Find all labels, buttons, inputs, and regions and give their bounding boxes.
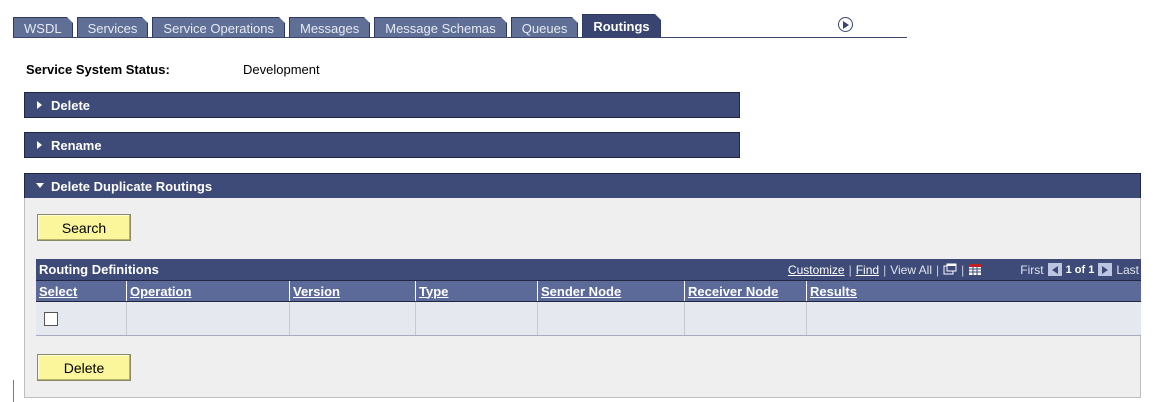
grid-title: Routing Definitions [39,262,159,277]
collapse-arrow-icon [35,181,45,191]
delete-section-title: Delete [51,97,91,113]
page-indicator: 1 of 1 [1065,263,1095,276]
search-button[interactable]: Search [37,214,131,241]
previous-page-icon[interactable] [1047,263,1062,276]
table-row [36,302,1141,336]
separator: | [883,262,887,277]
next-page-icon[interactable] [1098,263,1113,276]
tab-label: WSDL [24,20,62,36]
tab-label: Messages [299,20,360,36]
download-spreadsheet-icon[interactable] [968,263,982,276]
service-system-status-label: Service System Status: [26,62,170,77]
column-header-operation[interactable]: Operation [127,281,290,301]
separator: | [961,262,965,277]
tab-label: Service Operations [163,20,274,36]
receiver-node-cell [685,302,807,335]
column-header-type[interactable]: Type [416,281,538,301]
tab-queues[interactable]: Queues [510,17,579,38]
expand-arrow-icon [35,140,45,150]
find-link[interactable]: Find [856,263,879,277]
separator: | [848,262,852,277]
tab-strip: WSDL Services Service Operations Message… [13,12,665,38]
select-cell [36,302,127,335]
delete-duplicate-routings-title: Delete Duplicate Routings [51,178,213,194]
rename-section-title: Rename [51,137,102,153]
tab-wsdl[interactable]: WSDL [13,17,73,38]
tab-underline [13,37,907,38]
customize-link[interactable]: Customize [788,263,845,277]
delete-duplicate-routings-panel: Search Routing Definitions Customize | F… [24,198,1141,398]
results-cell [807,302,1141,335]
grid-header: Routing Definitions Customize | Find | V… [36,259,1141,280]
column-header-receiver-node[interactable]: Receiver Node [685,281,807,301]
next-tab-arrow-icon[interactable] [838,17,853,32]
separator: | [936,262,940,277]
tab-label: Routings [593,19,650,34]
tab-message-schemas[interactable]: Message Schemas [374,17,507,38]
sender-node-cell [538,302,685,335]
page-left-border [13,380,14,402]
version-cell [290,302,416,335]
new-window-icon[interactable] [943,263,957,276]
operation-cell [127,302,290,335]
delete-section-header[interactable]: Delete [24,92,740,118]
rename-section-header[interactable]: Rename [24,132,740,158]
select-checkbox[interactable] [44,311,58,326]
grid-column-headers: Select Operation Version Type Sender Nod… [36,280,1141,302]
delete-button[interactable]: Delete [37,354,131,381]
tab-services[interactable]: Services [76,17,149,38]
last-link[interactable]: Last [1116,263,1139,277]
type-cell [416,302,538,335]
view-all-link[interactable]: View All [890,263,932,277]
column-header-version[interactable]: Version [290,281,416,301]
delete-duplicate-routings-header[interactable]: Delete Duplicate Routings [24,173,1141,199]
column-header-sender-node[interactable]: Sender Node [538,281,685,301]
tab-label: Message Schemas [385,20,496,36]
first-link[interactable]: First [1020,263,1043,277]
expand-arrow-icon [35,100,45,110]
tab-service-operations[interactable]: Service Operations [152,17,285,38]
service-system-status-value: Development [243,62,320,77]
tab-label: Services [87,20,138,36]
tab-label: Queues [521,20,568,36]
tab-routings[interactable]: Routings [582,14,662,38]
column-header-results[interactable]: Results [807,281,1141,301]
grid-toolbar: Customize | Find | View All | | First 1 [788,263,1139,277]
routing-definitions-grid: Routing Definitions Customize | Find | V… [36,259,1141,339]
tab-messages[interactable]: Messages [288,17,371,38]
column-header-select[interactable]: Select [36,281,127,301]
